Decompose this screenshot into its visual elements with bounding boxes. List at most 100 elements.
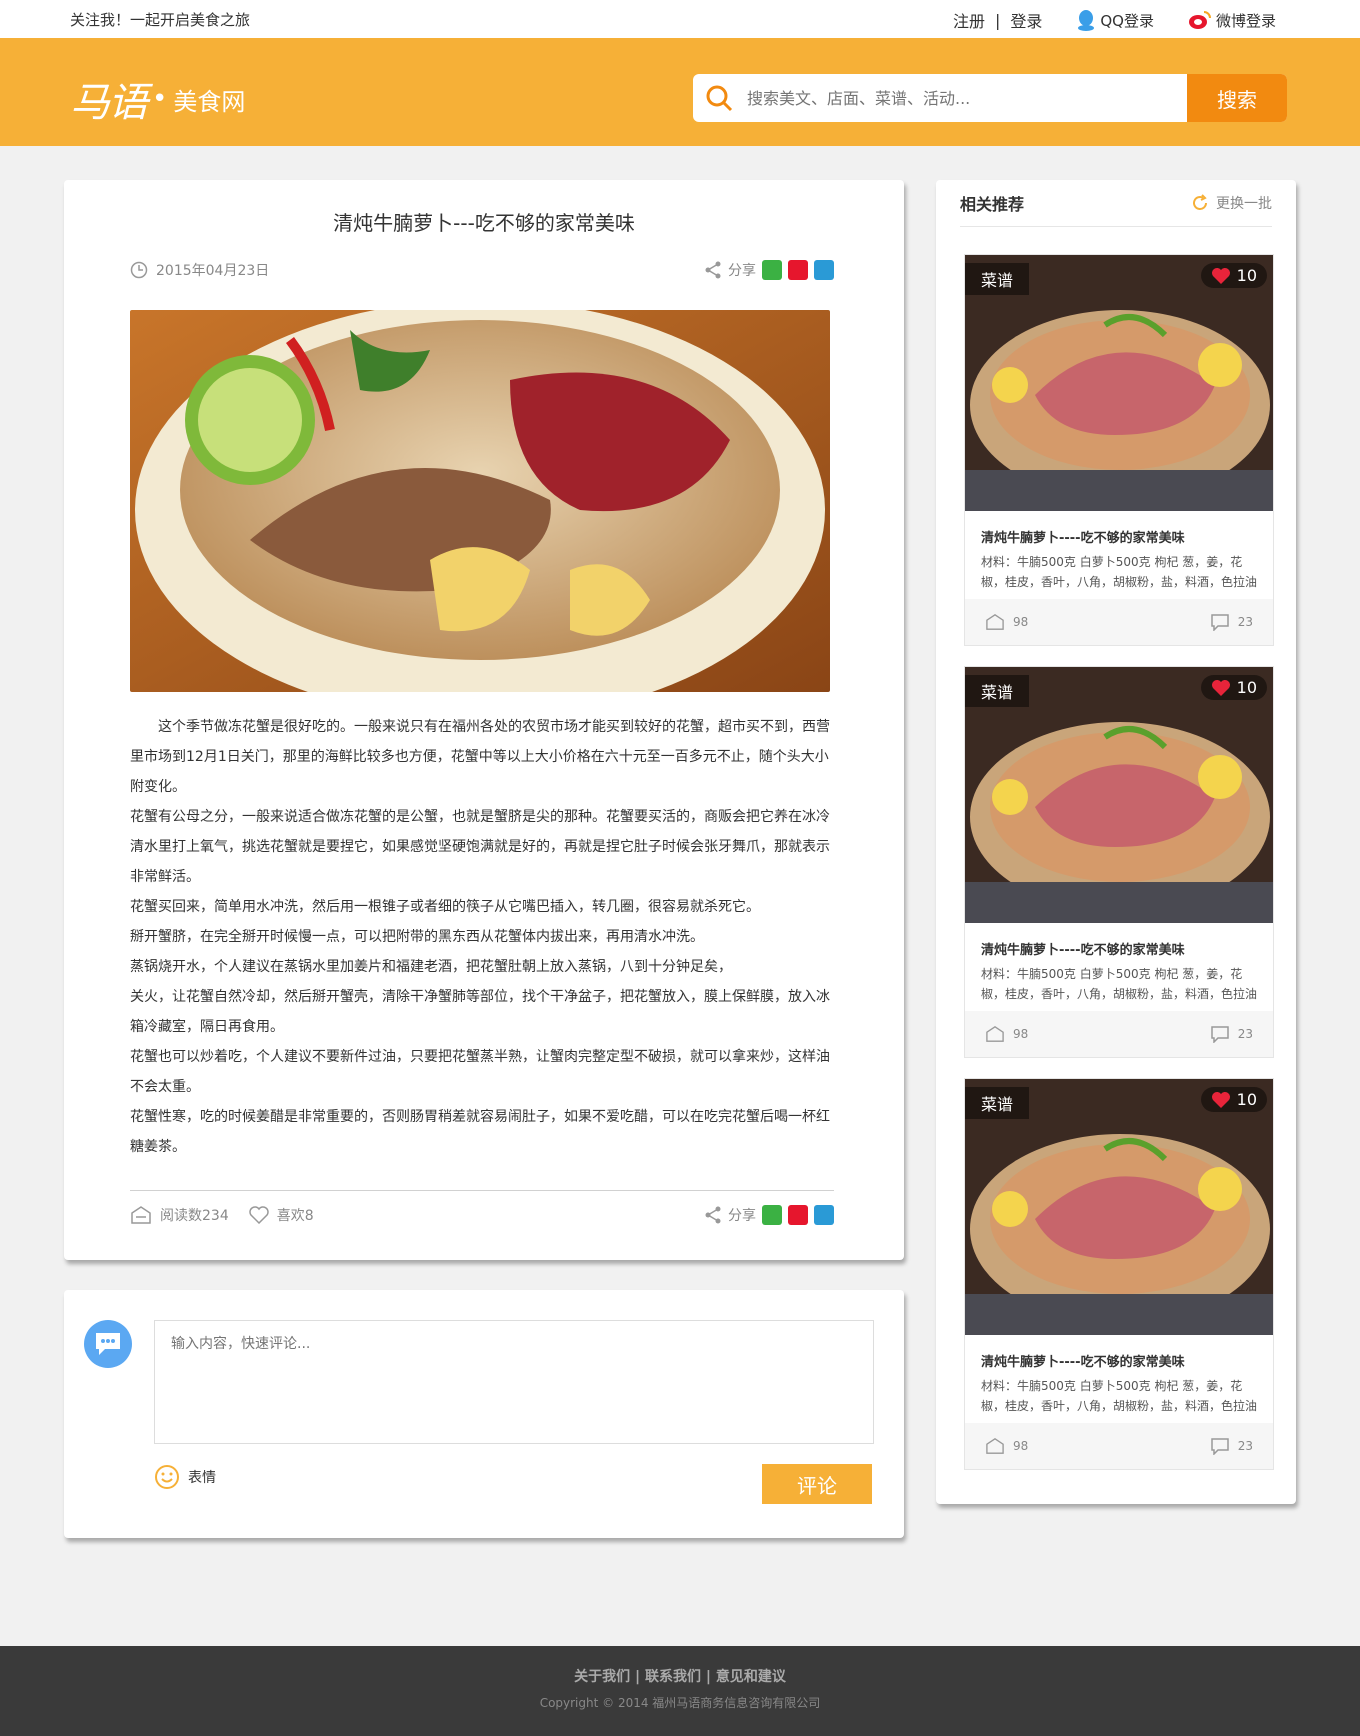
like-button[interactable]: 喜欢8 xyxy=(248,1205,314,1225)
article-paragraph: 这个季节做冻花蟹是很好吃的。一般来说只有在福州各处的农贸市场才能买到较好的花蟹，… xyxy=(130,719,830,795)
article-card: 清炖牛腩萝卜---吃不够的家常美味 2015年04月23日 分享 这个季节做冻花… xyxy=(64,180,904,1260)
smiley-icon xyxy=(155,1465,179,1489)
emoji-button[interactable]: 表情 xyxy=(154,1464,216,1490)
comment-count: 23 xyxy=(1210,1437,1253,1455)
qq-login-link[interactable]: QQ登录 xyxy=(1076,9,1154,31)
like-badge[interactable]: 10 xyxy=(1200,1087,1267,1112)
like-count: 10 xyxy=(1236,678,1257,697)
logo-mark: 马语 xyxy=(70,80,148,126)
logo-dot: • xyxy=(152,84,168,114)
refresh-icon xyxy=(1193,194,1207,210)
top-bar: 关注我！一起开启美食之旅 注册 | 登录 QQ登录 微博登录 xyxy=(0,0,1360,38)
recommend-image: 菜谱 10 xyxy=(965,1079,1273,1335)
like-count: 10 xyxy=(1236,266,1257,285)
read-icon xyxy=(986,1025,1004,1042)
recommend-image: 菜谱 10 xyxy=(965,255,1273,511)
chat-icon xyxy=(84,1320,132,1368)
read-icon xyxy=(986,613,1004,630)
view-count: 98 xyxy=(985,1025,1028,1043)
read-count: 阅读数234 xyxy=(130,1205,229,1225)
qzone-share-icon[interactable] xyxy=(814,1205,834,1225)
comment-count-text: 23 xyxy=(1237,615,1253,629)
comment-count: 23 xyxy=(1210,1025,1253,1043)
recommend-card[interactable]: 菜谱 10 清炖牛腩萝卜----吃不够的家常美味 材料：牛腩500克 白萝卜50… xyxy=(964,254,1274,646)
recommend-image: 菜谱 10 xyxy=(965,667,1273,923)
heart-outline-icon xyxy=(248,1206,269,1224)
logo[interactable]: 马语 • 美食网 xyxy=(70,70,245,128)
divider: | xyxy=(994,10,1001,30)
share-icon xyxy=(705,1206,721,1224)
heart-icon xyxy=(1211,1091,1230,1108)
article-title: 清炖牛腩萝卜---吃不够的家常美味 xyxy=(333,211,635,235)
like-badge[interactable]: 10 xyxy=(1200,675,1267,700)
view-count: 98 xyxy=(985,613,1028,631)
qq-icon xyxy=(1078,10,1095,31)
footer-share-bar: 分享 xyxy=(704,1205,834,1225)
article-body: 这个季节做冻花蟹是很好吃的。一般来说只有在福州各处的农贸市场才能买到较好的花蟹，… xyxy=(130,712,830,1162)
recommend-desc: 材料：牛腩500克 白萝卜500克 枸杞 葱，姜，花椒，桂皮，香叶，八角，胡椒粉… xyxy=(981,967,1257,1001)
share-icon xyxy=(705,261,721,279)
search-button[interactable]: 搜索 xyxy=(1187,74,1287,122)
qzone-share-icon[interactable] xyxy=(814,260,834,280)
qq-login-label: QQ登录 xyxy=(1100,11,1154,30)
read-icon xyxy=(986,1437,1004,1454)
like-badge[interactable]: 10 xyxy=(1200,263,1267,288)
weibo-login-label: 微博登录 xyxy=(1215,11,1276,30)
read-count-text: 阅读数234 xyxy=(160,1208,229,1224)
search-input[interactable] xyxy=(745,74,1187,122)
weibo-login-link[interactable]: 微博登录 xyxy=(1188,10,1276,31)
weibo-share-icon[interactable] xyxy=(788,260,808,280)
view-count-text: 98 xyxy=(1013,1439,1029,1453)
search-icon xyxy=(693,74,745,122)
article-footer: 阅读数234 喜欢8 分享 xyxy=(130,1190,834,1225)
recipe-tag: 菜谱 xyxy=(965,1087,1030,1119)
recommend-title: 清炖牛腩萝卜----吃不够的家常美味 xyxy=(981,1355,1185,1370)
search-box: 搜索 xyxy=(693,74,1287,122)
share-label: 分享 xyxy=(728,1208,756,1224)
logo-name: 美食网 xyxy=(173,87,246,116)
article-paragraph: 掰开蟹脐，在完全掰开时候慢一点，可以把附带的黑东西从花蟹体内拔出来，再用清水冲洗… xyxy=(130,929,704,945)
article-paragraph: 花蟹也可以炒着吃，个人建议不要新件过油，只要把花蟹蒸半熟，让蟹肉完整定型不破损，… xyxy=(130,1049,830,1095)
recommend-stats: 98 23 xyxy=(965,599,1273,645)
login-link[interactable]: 登录 xyxy=(1010,8,1042,32)
article-paragraph: 花蟹买回来，简单用水冲洗，然后用一根锥子或者细的筷子从它嘴巴插入，转几圈，很容易… xyxy=(130,899,760,915)
view-count-text: 98 xyxy=(1013,1027,1029,1041)
site-footer: 关于我们 | 联系我们 | 意见和建议 Copyright © 2014 福州马… xyxy=(0,1646,1360,1736)
clock-icon xyxy=(130,261,148,279)
article-paragraph: 蒸锅烧开水，个人建议在蒸锅水里加姜片和福建老酒，把花蟹肚朝上放入蒸锅，八到十分钟… xyxy=(130,959,732,975)
wechat-share-icon[interactable] xyxy=(762,260,782,280)
heart-icon xyxy=(1211,267,1230,284)
recommend-desc: 材料：牛腩500克 白萝卜500克 枸杞 葱，姜，花椒，桂皮，香叶，八角，胡椒粉… xyxy=(981,1379,1257,1413)
recommend-card[interactable]: 菜谱 10 清炖牛腩萝卜----吃不够的家常美味 材料：牛腩500克 白萝卜50… xyxy=(964,1078,1274,1470)
recommend-title: 清炖牛腩萝卜----吃不够的家常美味 xyxy=(981,943,1185,958)
share-label: 分享 xyxy=(728,263,756,279)
account-links: 注册 | 登录 QQ登录 微博登录 xyxy=(953,8,1276,32)
article-paragraph: 关火，让花蟹自然冷却，然后掰开蟹壳，清除干净蟹肺等部位，找个干净盆子，把花蟹放入… xyxy=(130,989,830,1035)
comment-icon xyxy=(1210,1026,1229,1043)
copyright-text: Copyright © 2014 福州马语商务信息咨询有限公司 xyxy=(539,1696,821,1710)
comment-count-text: 23 xyxy=(1237,1439,1253,1453)
recommend-title: 清炖牛腩萝卜----吃不够的家常美味 xyxy=(981,531,1185,546)
share-bar: 分享 xyxy=(704,260,834,280)
comment-input[interactable] xyxy=(154,1320,874,1444)
footer-links[interactable]: 关于我们 | 联系我们 | 意见和建议 xyxy=(0,1666,1360,1686)
wechat-share-icon[interactable] xyxy=(762,1205,782,1225)
weibo-share-icon[interactable] xyxy=(788,1205,808,1225)
date-text: 2015年04月23日 xyxy=(156,263,270,279)
comment-icon xyxy=(1210,614,1229,631)
follow-text: 关注我！一起开启美食之旅 xyxy=(70,11,251,29)
weibo-icon xyxy=(1188,11,1211,29)
recommend-desc: 材料：牛腩500克 白萝卜500克 枸杞 葱，姜，花椒，桂皮，香叶，八角，胡椒粉… xyxy=(981,555,1257,589)
like-count: 10 xyxy=(1236,1090,1257,1109)
submit-comment-button[interactable]: 评论 xyxy=(762,1464,872,1504)
article-paragraph: 花蟹有公母之分，一般来说适合做冻花蟹的是公蟹，也就是蟹脐是尖的那种。花蟹要买活的… xyxy=(130,809,830,885)
header: 马语 • 美食网 搜索 xyxy=(0,38,1360,146)
sidebar-header: 相关推荐 更换一批 xyxy=(960,180,1272,227)
article-meta: 2015年04月23日 分享 xyxy=(130,259,834,281)
read-icon xyxy=(131,1206,151,1224)
refresh-button[interactable]: 更换一批 xyxy=(1190,193,1272,213)
recipe-tag: 菜谱 xyxy=(965,263,1030,295)
register-link[interactable]: 注册 xyxy=(953,8,985,32)
view-count: 98 xyxy=(985,1437,1028,1455)
recommend-card[interactable]: 菜谱 10 清炖牛腩萝卜----吃不够的家常美味 材料：牛腩500克 白萝卜50… xyxy=(964,666,1274,1058)
